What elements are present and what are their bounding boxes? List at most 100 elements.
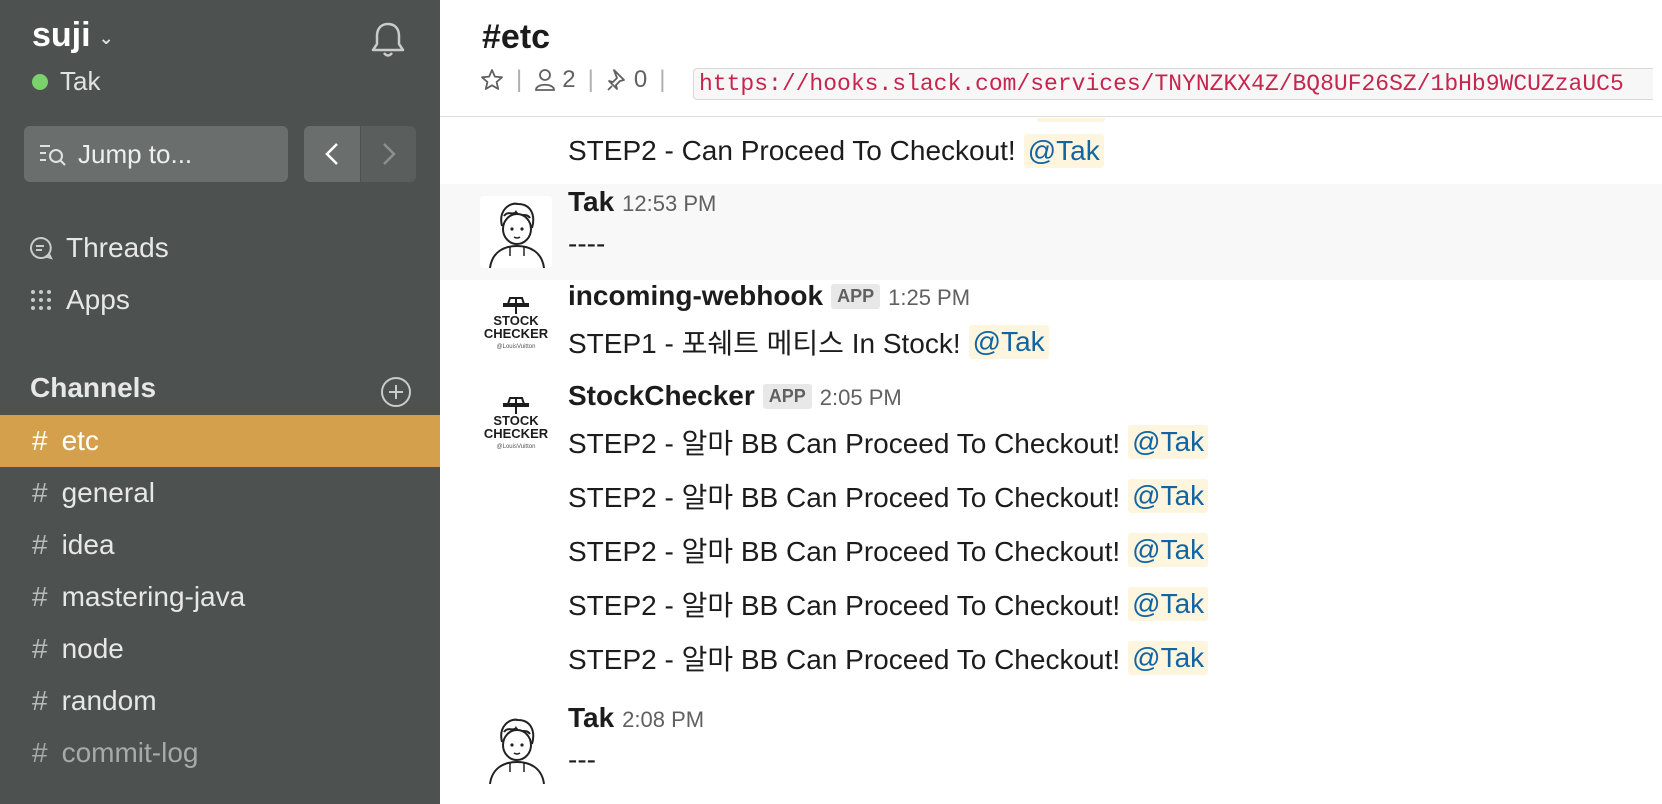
- message-text: ----: [568, 228, 606, 259]
- current-user-name: Tak: [60, 66, 101, 96]
- sender-name[interactable]: incoming-webhook: [568, 280, 823, 312]
- user-mention[interactable]: @Tak: [968, 325, 1049, 359]
- channel-name: node: [61, 633, 124, 664]
- message-timestamp[interactable]: 2:05 PM: [820, 385, 902, 411]
- sidebar-item-apps[interactable]: Apps: [28, 284, 130, 316]
- message-list[interactable]: STEP2 - Can Proceed To Checkout! @Tak Ta…: [440, 118, 1662, 804]
- user-mention[interactable]: @Tak: [1128, 479, 1209, 513]
- channel-item-etc[interactable]: # etc: [0, 415, 440, 467]
- hash-icon: #: [32, 685, 48, 716]
- message-header: Tak 2:08 PM: [568, 702, 704, 734]
- divider: |: [587, 66, 594, 93]
- sidebar-item-label: Threads: [66, 232, 169, 263]
- avatar[interactable]: [480, 196, 552, 268]
- channel-topic[interactable]: https://hooks.slack.com/services/TNYNZKX…: [693, 68, 1653, 100]
- user-mention[interactable]: @Tak: [1023, 134, 1104, 168]
- logo-line-2: CHECKER: [484, 326, 549, 341]
- channel-name: general: [61, 477, 155, 508]
- channels-header[interactable]: Channels: [30, 372, 156, 404]
- avatar[interactable]: STOCK CHECKER @LouisVuitton: [480, 290, 552, 362]
- channel-item-node[interactable]: # node: [0, 623, 440, 675]
- current-user[interactable]: Tak: [32, 66, 100, 97]
- channel-name: mastering-java: [61, 581, 246, 612]
- history-nav: [304, 126, 416, 182]
- message-timestamp[interactable]: 12:53 PM: [622, 191, 716, 217]
- message-line: ---: [568, 744, 596, 776]
- channel-header: #etc | 2 | 0 | https://hooks.slack.com/s…: [440, 0, 1662, 117]
- avatar[interactable]: [480, 712, 552, 784]
- user-mention[interactable]: @Tak: [1128, 425, 1209, 459]
- user-mention[interactable]: @Tak: [1128, 587, 1209, 621]
- message-line: STEP2 - 알마 BB Can Proceed To Checkout! @…: [568, 584, 1209, 624]
- presence-dot-icon: [32, 73, 48, 90]
- channel-meta: | 2 | 0 |: [480, 66, 665, 94]
- channel-name: idea: [61, 529, 115, 560]
- logo-line-3: @LouisVuitton: [497, 344, 536, 350]
- jump-to-button[interactable]: Jump to...: [24, 126, 288, 182]
- forward-button[interactable]: [360, 126, 416, 182]
- message-header: incoming-webhook APP 1:25 PM: [568, 280, 970, 312]
- sender-name[interactable]: Tak: [568, 186, 614, 218]
- hash-icon: #: [32, 529, 48, 560]
- star-icon[interactable]: [480, 68, 504, 92]
- hash-icon: #: [32, 425, 48, 456]
- chevron-left-icon: [325, 143, 338, 165]
- message-text: STEP2 - 알마 BB Can Proceed To Checkout!: [568, 428, 1121, 459]
- message-line: STEP1 - 포쉐트 메티스 In Stock! @Tak: [568, 322, 1049, 362]
- logo-line-3: @LouisVuitton: [497, 444, 536, 450]
- message-text: STEP2 - 알마 BB Can Proceed To Checkout!: [568, 590, 1121, 621]
- channel-name: random: [61, 685, 157, 716]
- pinned-count: 0: [633, 66, 648, 93]
- bell-icon[interactable]: [366, 18, 410, 62]
- pinned-count-button[interactable]: 0: [606, 66, 647, 94]
- channel-title[interactable]: #etc: [482, 18, 550, 57]
- user-mention[interactable]: @Tak: [1128, 641, 1209, 675]
- stock-checker-logo-icon: STOCK CHECKER @LouisVuitton: [484, 297, 549, 350]
- stock-checker-logo-icon: STOCK CHECKER @LouisVuitton: [484, 397, 549, 450]
- hash-icon: #: [32, 477, 48, 508]
- message-header: StockChecker APP 2:05 PM: [568, 380, 902, 412]
- sidebar-item-threads[interactable]: Threads: [28, 232, 169, 264]
- chevron-right-icon: [382, 143, 396, 165]
- apps-icon: [28, 287, 54, 313]
- message-line: STEP2 - Can Proceed To Checkout! @Tak: [568, 134, 1104, 168]
- message-line: STEP2 - 알마 BB Can Proceed To Checkout! @…: [568, 638, 1209, 678]
- workspace-switcher[interactable]: suji ⌄: [32, 16, 114, 55]
- hash-icon: #: [32, 633, 48, 664]
- channel-item-random[interactable]: # random: [0, 675, 440, 727]
- hash-icon: #: [32, 581, 48, 612]
- message-timestamp[interactable]: 2:08 PM: [622, 707, 704, 733]
- avatar-tak-icon: [489, 718, 545, 784]
- message-line: STEP2 - 알마 BB Can Proceed To Checkout! @…: [568, 530, 1209, 570]
- jump-to-label: Jump to...: [78, 138, 193, 169]
- channel-item-commit-log[interactable]: # commit-log: [0, 727, 440, 779]
- app-badge: APP: [762, 384, 812, 409]
- member-count-button[interactable]: 2: [534, 66, 576, 94]
- threads-icon: [28, 235, 54, 261]
- divider: |: [659, 66, 666, 93]
- back-button[interactable]: [304, 126, 360, 182]
- channel-item-mastering-java[interactable]: # mastering-java: [0, 571, 440, 623]
- message-text: STEP2 - 알마 BB Can Proceed To Checkout!: [568, 482, 1121, 513]
- channel-item-idea[interactable]: # idea: [0, 519, 440, 571]
- user-mention[interactable]: @Tak: [1128, 533, 1209, 567]
- avatar[interactable]: STOCK CHECKER @LouisVuitton: [480, 390, 552, 462]
- message-text: STEP1 - 포쉐트 메티스 In Stock!: [568, 328, 961, 359]
- sender-name[interactable]: Tak: [568, 702, 614, 734]
- workspace-name: suji: [32, 16, 91, 54]
- pin-icon: [607, 69, 625, 91]
- person-icon: [535, 69, 556, 91]
- divider: |: [516, 66, 523, 93]
- message-line: STEP2 - 알마 BB Can Proceed To Checkout! @…: [568, 422, 1209, 462]
- message-text: STEP2 - Can Proceed To Checkout!: [568, 135, 1016, 166]
- sender-name[interactable]: StockChecker: [568, 380, 755, 412]
- sidebar: suji ⌄ Tak Jump to... Threads Apps Chann…: [0, 0, 440, 804]
- message-text: STEP2 - 알마 BB Can Proceed To Checkout!: [568, 644, 1121, 675]
- add-channel-icon[interactable]: [380, 376, 412, 408]
- channel-name: etc: [61, 425, 99, 456]
- jump-search-icon: [40, 145, 66, 166]
- message-timestamp[interactable]: 1:25 PM: [888, 285, 970, 311]
- channel-item-general[interactable]: # general: [0, 467, 440, 519]
- member-count: 2: [562, 66, 576, 93]
- app-badge: APP: [831, 284, 881, 309]
